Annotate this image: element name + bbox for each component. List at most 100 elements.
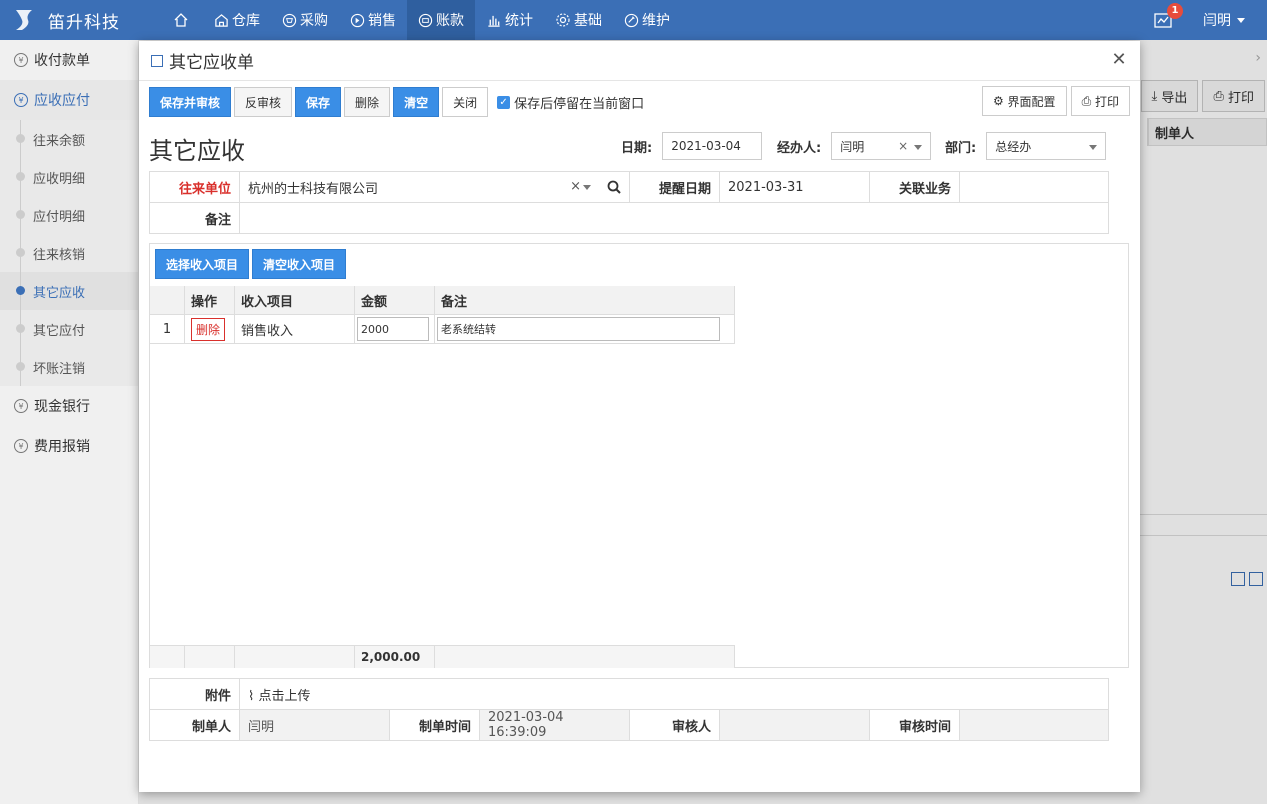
sidebar-sub-balance[interactable]: 往来余额	[0, 120, 138, 158]
printer-icon: ⎙	[1081, 93, 1095, 108]
checkbox-checked-icon: ✓	[497, 95, 511, 109]
chevron-down-icon[interactable]	[583, 185, 591, 190]
sidebar-sub-payable-detail[interactable]: 应付明细	[0, 196, 138, 234]
dot-icon	[16, 324, 25, 333]
handler-field: 经办人: 闫明 ×	[777, 132, 932, 160]
sidebar-sub-other-receivable[interactable]: 其它应收	[0, 272, 138, 310]
sidebar-item-label: 现金银行	[34, 399, 90, 415]
user-menu[interactable]: 闫明	[1203, 10, 1267, 30]
remark-input[interactable]	[239, 202, 1109, 234]
partner-value: 杭州的士科技有限公司	[248, 181, 379, 197]
upload-link[interactable]: ⌇ 点击上传	[239, 678, 1109, 710]
clear-icon[interactable]: ×	[570, 179, 581, 194]
maintain-icon	[624, 13, 639, 27]
chevron-down-icon	[1089, 145, 1098, 150]
close-icon[interactable]: ✕	[1110, 51, 1128, 69]
print-button[interactable]: ⎙ 打印	[1070, 86, 1130, 116]
audit-time-label: 审核时间	[869, 709, 960, 741]
chevron-down-icon	[1237, 17, 1245, 23]
date-input[interactable]: 2021-03-04	[662, 132, 763, 160]
save-button[interactable]: 保存	[295, 87, 342, 117]
nav-label: 统计	[505, 13, 533, 29]
nav-home[interactable]	[162, 0, 203, 40]
clear-icon[interactable]: ×	[898, 139, 908, 153]
ui-config-label: 界面配置	[1007, 94, 1056, 109]
total-cell	[435, 646, 735, 668]
search-icon[interactable]	[607, 180, 621, 194]
sidebar-sub-writeoff[interactable]: 往来核销	[0, 234, 138, 272]
nav-account[interactable]: 账款	[407, 0, 475, 40]
save-audit-button[interactable]: 保存并审核	[149, 87, 232, 117]
sidebar-sub-other-payable[interactable]: 其它应付	[0, 310, 138, 348]
purchase-icon	[282, 13, 297, 27]
top-nav-bar: 笛升科技 仓库 采购 销售 账款 统计 基础 维护 1 闫明	[0, 0, 1267, 40]
date-field: 日期: 2021-03-04	[621, 132, 763, 160]
clear-button[interactable]: 清空	[393, 87, 440, 117]
nav-maintain[interactable]: 维护	[613, 0, 681, 40]
row-remark-cell: 老系统结转	[435, 315, 735, 344]
other-receivable-dialog: 其它应收单 ✕ 保存并审核 反审核 保存 删除 清空 关闭 ✓ 保存后停留在当前…	[139, 41, 1140, 792]
sidebar-sub-label: 其它应付	[33, 323, 86, 339]
account-icon	[418, 13, 433, 27]
nav-stats[interactable]: 统计	[475, 0, 544, 40]
home-icon	[174, 13, 188, 27]
stay-checkbox-label: 保存后停留在当前窗口	[514, 96, 645, 112]
remark-cell-input[interactable]: 老系统结转	[437, 317, 720, 341]
paperclip-icon: ⌇	[248, 688, 255, 704]
nav-label: 维护	[642, 13, 670, 29]
sidebar-item-label: 应收应付	[34, 93, 90, 109]
sidebar-item-payment[interactable]: ¥ 收付款单	[0, 40, 138, 80]
partner-label: 往来单位	[149, 171, 240, 203]
nav-label: 账款	[436, 13, 464, 29]
created-time-label: 制单时间	[389, 709, 480, 741]
sidebar-sub-receivable-detail[interactable]: 应收明细	[0, 158, 138, 196]
ui-config-button[interactable]: ⚙ 界面配置	[981, 86, 1067, 116]
select-items-button[interactable]: 选择收入项目	[155, 249, 250, 279]
total-amount: 2,000.00	[355, 646, 435, 668]
grid-header: 操作 收入项目 金额 备注	[150, 286, 1128, 315]
sidebar-sub-label: 坏账注销	[33, 361, 86, 377]
coin-icon: ¥	[14, 53, 28, 67]
sidebar-item-expense[interactable]: ¥ 费用报销	[0, 426, 138, 466]
row-item[interactable]: 销售收入	[235, 315, 355, 344]
nav-warehouse[interactable]: 仓库	[203, 0, 271, 40]
brand[interactable]: 笛升科技	[12, 0, 120, 40]
related-input[interactable]	[959, 171, 1109, 203]
related-label: 关联业务	[869, 171, 960, 203]
total-cell	[150, 646, 185, 668]
sidebar-item-receivable[interactable]: ¥ 应收应付	[0, 80, 138, 120]
chevron-down-icon	[914, 145, 923, 150]
remind-label: 提醒日期	[629, 171, 720, 203]
row-delete-button[interactable]: 删除	[191, 317, 226, 341]
dot-icon	[16, 286, 25, 295]
delete-button[interactable]: 删除	[344, 87, 391, 117]
stay-checkbox[interactable]: ✓ 保存后停留在当前窗口	[497, 93, 644, 112]
unaudit-button[interactable]: 反审核	[234, 87, 293, 117]
sidebar-sub-baddebt[interactable]: 坏账注销	[0, 348, 138, 386]
partner-input[interactable]: 杭州的士科技有限公司 ×	[239, 171, 630, 203]
sidebar-item-label: 费用报销	[34, 439, 90, 455]
nav-basic[interactable]: 基础	[544, 0, 613, 40]
close-button[interactable]: 关闭	[442, 87, 489, 117]
sidebar-item-cash-bank[interactable]: ¥ 现金银行	[0, 386, 138, 426]
remind-input[interactable]: 2021-03-31	[719, 171, 870, 203]
items-buttons: 选择收入项目 清空收入项目	[155, 249, 349, 279]
row-action-cell: 删除	[185, 315, 235, 344]
nav-purchase[interactable]: 采购	[271, 0, 339, 40]
footer-table: 附件 ⌇ 点击上传 制单人 闫明 制单时间 2021-03-04 16:39:0…	[149, 678, 1109, 741]
sidebar-sub-label: 应付明细	[33, 209, 86, 225]
toolbar-right: ⚙ 界面配置 ⎙ 打印	[978, 86, 1130, 116]
print-label: 打印	[1094, 94, 1119, 109]
dot-icon	[16, 210, 25, 219]
dot-icon	[16, 172, 25, 181]
grid-header-cell	[150, 286, 185, 315]
remind-value: 2021-03-31	[728, 179, 804, 195]
info-table: 往来单位 杭州的士科技有限公司 × 提醒日期 2021-03-31 关联业务 备…	[149, 171, 1109, 234]
top-right: 1 闫明	[1153, 0, 1267, 40]
notification-button[interactable]: 1	[1153, 3, 1183, 30]
handler-select[interactable]: 闫明 ×	[831, 132, 932, 160]
dept-select[interactable]: 总经办	[986, 132, 1107, 160]
nav-sales[interactable]: 销售	[339, 0, 407, 40]
amount-input[interactable]: 2000	[357, 317, 429, 341]
clear-items-button[interactable]: 清空收入项目	[252, 249, 347, 279]
